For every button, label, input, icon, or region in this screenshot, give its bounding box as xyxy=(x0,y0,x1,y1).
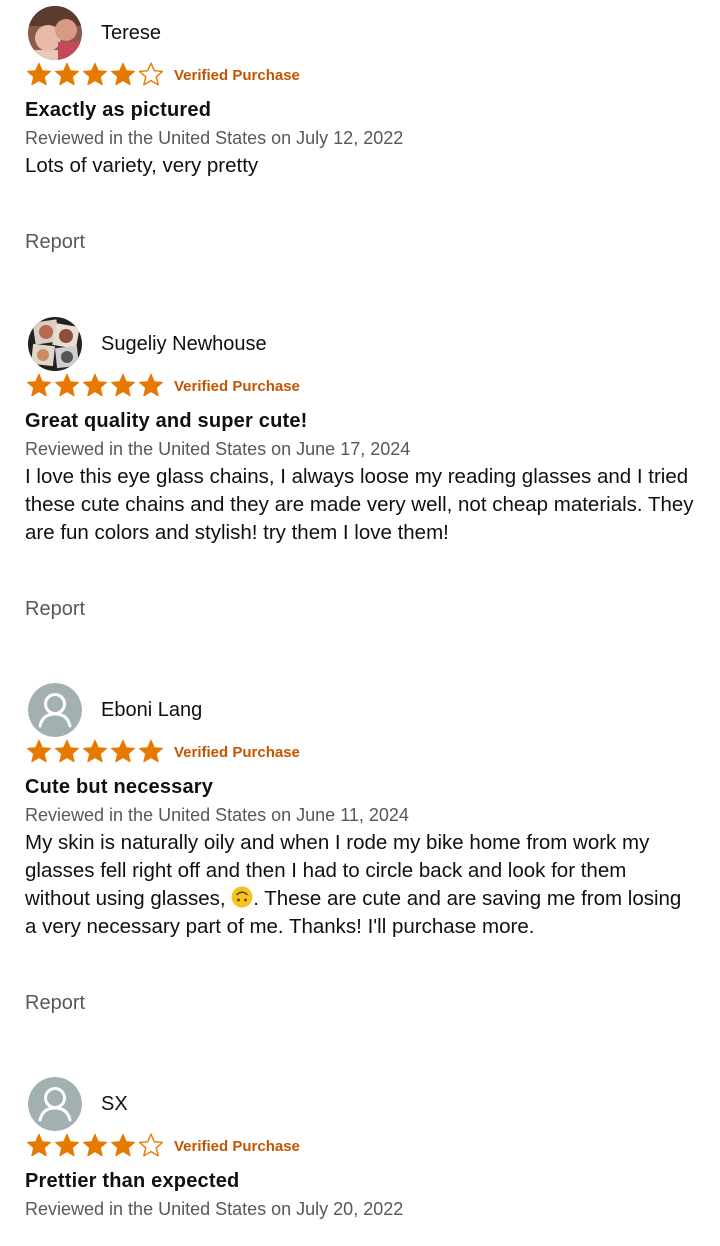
report-link[interactable]: Report xyxy=(25,992,85,1015)
star-filled-icon xyxy=(55,373,79,397)
star-filled-icon xyxy=(55,62,79,86)
review-title[interactable]: Great quality and super cute! xyxy=(25,407,695,435)
report-link[interactable]: Report xyxy=(25,598,85,621)
star-filled-icon xyxy=(27,739,51,763)
star-filled-icon xyxy=(139,739,163,763)
review-card: SX Verified Purchase Prettier than expec… xyxy=(25,1077,695,1223)
star-filled-icon xyxy=(55,1133,79,1157)
star-filled-icon xyxy=(139,373,163,397)
verified-purchase-badge: Verified Purchase xyxy=(174,1137,300,1155)
default-user-icon xyxy=(28,683,82,737)
star-rating xyxy=(25,738,165,766)
star-filled-icon xyxy=(83,1133,107,1157)
star-filled-icon xyxy=(111,1133,135,1157)
reviewer-profile[interactable]: SX xyxy=(25,1077,695,1131)
reviewer-avatar xyxy=(28,6,82,60)
verified-purchase-badge: Verified Purchase xyxy=(174,66,300,84)
reviewer-profile[interactable]: Sugeliy Newhouse xyxy=(25,317,695,371)
star-filled-icon xyxy=(111,739,135,763)
reviewer-name[interactable]: SX xyxy=(101,1093,128,1116)
star-filled-icon xyxy=(27,373,51,397)
reviewer-avatar xyxy=(28,317,82,371)
reviewer-profile[interactable]: Eboni Lang xyxy=(25,683,695,737)
reviewer-name[interactable]: Sugeliy Newhouse xyxy=(101,333,267,356)
reviewer-name[interactable]: Terese xyxy=(101,22,161,45)
default-user-icon xyxy=(28,1077,82,1131)
star-filled-icon xyxy=(111,373,135,397)
star-empty-icon xyxy=(138,62,164,86)
review-date: Reviewed in the United States on June 11… xyxy=(25,805,409,825)
star-filled-icon xyxy=(83,739,107,763)
verified-purchase-badge: Verified Purchase xyxy=(174,743,300,761)
star-filled-icon xyxy=(27,1133,51,1157)
rating-row: Verified Purchase xyxy=(25,371,695,401)
review-card: Sugeliy Newhouse Verified Purchase Great… xyxy=(25,317,695,547)
rating-row: Verified Purchase xyxy=(25,60,695,90)
review-body: I love this eye glass chains, I always l… xyxy=(25,465,694,544)
star-rating xyxy=(25,372,165,400)
review-title[interactable]: Cute but necessary xyxy=(25,773,695,801)
rating-row: Verified Purchase xyxy=(25,737,695,767)
review-date: Reviewed in the United States on July 20… xyxy=(25,1199,404,1219)
verified-purchase-badge: Verified Purchase xyxy=(174,377,300,395)
review-body: Lots of variety, very pretty xyxy=(25,154,259,177)
rating-row: Verified Purchase xyxy=(25,1131,695,1161)
reviewer-name[interactable]: Eboni Lang xyxy=(101,699,202,722)
star-empty-icon xyxy=(138,1133,164,1157)
review-card: Eboni Lang Verified Purchase Cute but ne… xyxy=(25,683,695,941)
star-rating xyxy=(25,61,165,89)
review-date: Reviewed in the United States on July 12… xyxy=(25,128,404,148)
star-filled-icon xyxy=(111,62,135,86)
review-title[interactable]: Exactly as pictured xyxy=(25,96,695,124)
review-body: My skin is naturally oily and when I rod… xyxy=(25,829,695,941)
star-filled-icon xyxy=(83,373,107,397)
report-link[interactable]: Report xyxy=(25,231,85,254)
reviewer-profile[interactable]: Terese xyxy=(25,6,695,60)
review-title[interactable]: Prettier than expected xyxy=(25,1167,695,1195)
review-date: Reviewed in the United States on June 17… xyxy=(25,439,411,459)
star-rating xyxy=(25,1132,165,1160)
star-filled-icon xyxy=(27,62,51,86)
upside-down-face-emoji-icon xyxy=(231,886,253,908)
review-card: Terese Verified Purchase Exactly as pict… xyxy=(25,6,695,180)
star-filled-icon xyxy=(55,739,79,763)
star-filled-icon xyxy=(83,62,107,86)
